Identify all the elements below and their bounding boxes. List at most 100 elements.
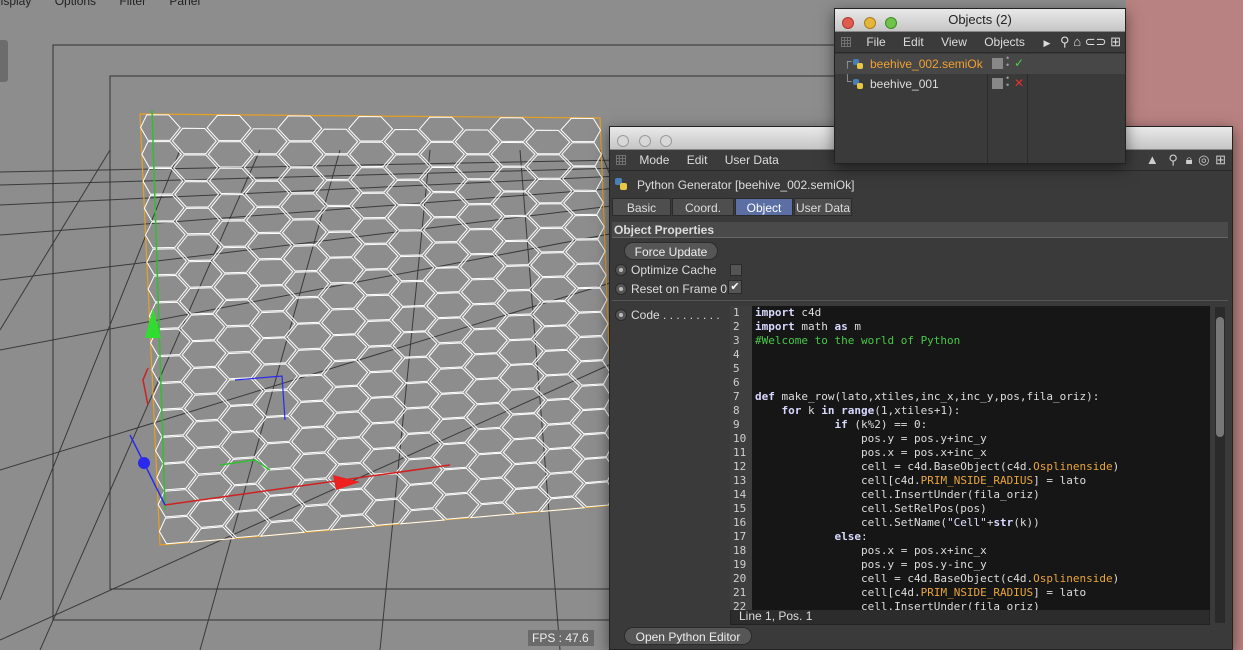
code-line[interactable]: pos.y = pos.y-inc_y: [755, 558, 1119, 572]
check-icon[interactable]: ✓: [1014, 56, 1024, 70]
menu-view[interactable]: View: [941, 32, 967, 52]
hexagon-cell: [535, 374, 581, 400]
hexagon-cell: [533, 325, 579, 351]
search-icon[interactable]: ⚲: [1168, 152, 1178, 167]
code-line[interactable]: [755, 376, 1119, 390]
code-line[interactable]: cell[c4d.PRIM_NSIDE_RADIUS] = lato: [755, 586, 1119, 600]
hexagon-cell: [324, 385, 370, 413]
z-axis-handle[interactable]: [138, 457, 150, 469]
hexagon-cell: [185, 420, 231, 448]
viewport-menu-options[interactable]: Options: [55, 0, 96, 8]
list-item[interactable]: └ beehive_001 • • ✕: [835, 74, 1125, 94]
object-name[interactable]: beehive_002.semiOk: [870, 57, 983, 71]
x-axis-arrow[interactable]: [333, 475, 360, 490]
hexagon-cell: [566, 287, 608, 313]
force-update-button[interactable]: Force Update: [624, 242, 718, 260]
code-line[interactable]: import math as m: [755, 320, 1119, 334]
code-line[interactable]: pos.x = pos.x+inc_x: [755, 446, 1119, 460]
target-icon[interactable]: ◎: [1198, 152, 1209, 167]
zoom-button[interactable]: [885, 17, 898, 29]
reset-frame-checkbox[interactable]: ✔: [728, 280, 742, 294]
side-tab[interactable]: [0, 40, 8, 82]
viewport-menu-filter[interactable]: Filter: [119, 0, 146, 8]
fps-counter: FPS : 47.6: [528, 630, 594, 646]
arrow-up-icon[interactable]: ▲: [1146, 152, 1159, 167]
hexagon-cell: [501, 413, 547, 440]
lock-icon[interactable]: 🔒︎: [1186, 152, 1193, 167]
close-button[interactable]: [617, 135, 629, 147]
optimize-cache-anim-dot[interactable]: [615, 264, 627, 276]
code-line[interactable]: cell.SetRelPos(pos): [755, 502, 1119, 516]
objects-menubar: File Edit View Objects ▶ ⚲ ⌂ ⊂⊃ ⊞: [835, 32, 1125, 53]
viewport-menu-panel[interactable]: Panel: [169, 0, 200, 8]
menu-edit[interactable]: Edit: [903, 32, 924, 52]
code-scrollbar[interactable]: [1215, 307, 1225, 623]
tab-basic[interactable]: Basic: [612, 198, 671, 216]
hexagon-cell: [560, 117, 602, 143]
object-name[interactable]: beehive_001: [870, 77, 939, 91]
z-axis-line: [129, 434, 166, 506]
code-text[interactable]: import c4d import math as m #Welcome to th…: [755, 306, 1119, 610]
code-line[interactable]: cell.SetName("Cell"+str(k)): [755, 516, 1119, 530]
open-python-editor-button[interactable]: Open Python Editor: [624, 627, 752, 645]
code-line[interactable]: cell = c4d.BaseObject(c4d.Osplinenside): [755, 460, 1119, 474]
layer-icon[interactable]: [992, 58, 1003, 69]
menu-mode[interactable]: Mode: [639, 150, 669, 170]
menu-file[interactable]: File: [866, 32, 885, 52]
code-line[interactable]: def make_row(lato,xtiles,inc_x,inc_y,pos…: [755, 390, 1119, 404]
code-line[interactable]: if (k%2) == 0:: [755, 418, 1119, 432]
hexagon-cell: [467, 427, 512, 455]
code-scrollbar-thumb[interactable]: [1216, 317, 1224, 437]
zoom-button[interactable]: [660, 135, 673, 147]
code-anim-dot[interactable]: [615, 309, 627, 321]
objects-titlebar[interactable]: Objects (2): [835, 9, 1125, 32]
new-panel-icon[interactable]: ⊞: [1110, 34, 1121, 49]
menu-user-data[interactable]: User Data: [725, 150, 779, 170]
hexagon-cell: [220, 431, 266, 459]
hexagon-cell: [531, 276, 577, 302]
line-number: 19: [733, 558, 747, 571]
code-line[interactable]: [755, 348, 1119, 362]
layer-icon[interactable]: [992, 78, 1003, 89]
hexagon-cell: [392, 331, 438, 358]
hexagon-cell: [525, 129, 571, 155]
expand-arrow-icon[interactable]: ▶: [1043, 38, 1050, 48]
cross-icon[interactable]: ✕: [1014, 76, 1024, 90]
tab-user-data[interactable]: User Data: [794, 198, 852, 216]
hexagon-cell: [284, 271, 330, 298]
code-line[interactable]: pos.x = pos.x+inc_x: [755, 544, 1119, 558]
minimize-button[interactable]: [638, 135, 651, 147]
code-editor[interactable]: 1 2 3 4 5 6 7 8 9 10 11 12 13 14 15 16 17 18 19 20 21 22 impo…: [730, 306, 1210, 610]
code-line[interactable]: for k in range(1,xtiles+1):: [755, 404, 1119, 418]
code-line[interactable]: cell = c4d.BaseObject(c4d.Osplinenside): [755, 572, 1119, 586]
code-line[interactable]: cell.InsertUnder(fila_oriz): [755, 600, 1119, 610]
code-line[interactable]: cell.InsertUnder(fila_oriz): [755, 488, 1119, 502]
reset-frame-label: Reset on Frame 0: [631, 282, 728, 296]
code-line[interactable]: [755, 362, 1119, 376]
viewport-menu-display[interactable]: Display: [0, 0, 31, 8]
search-icon[interactable]: ⚲: [1060, 34, 1070, 49]
visibility-dots[interactable]: • •: [1006, 54, 1009, 70]
hexagon-cell: [539, 496, 586, 513]
home-icon[interactable]: ⌂: [1073, 34, 1081, 49]
reset-frame-anim-dot[interactable]: [615, 283, 627, 295]
close-button[interactable]: [842, 17, 854, 29]
code-line[interactable]: pos.y = pos.y+inc_y: [755, 432, 1119, 446]
tab-coord[interactable]: Coord.: [672, 198, 734, 216]
code-line[interactable]: cell[c4d.PRIM_NSIDE_RADIUS] = lato: [755, 474, 1119, 488]
section-header: Object Properties: [612, 222, 1228, 238]
hexagon-cell: [325, 411, 371, 439]
link-icon[interactable]: ⊂⊃: [1085, 34, 1107, 49]
visibility-dots[interactable]: • •: [1006, 74, 1009, 90]
menu-objects[interactable]: Objects: [984, 32, 1025, 52]
code-line[interactable]: #Welcome to the world of Python: [755, 334, 1119, 348]
code-line[interactable]: else:: [755, 530, 1119, 544]
list-item[interactable]: ┌ beehive_002.semiOk • • ✓: [835, 54, 1125, 74]
new-panel-icon[interactable]: ⊞: [1215, 152, 1226, 167]
hexagon-cell: [361, 422, 407, 450]
code-line[interactable]: import c4d: [755, 306, 1119, 320]
optimize-cache-checkbox[interactable]: [730, 264, 742, 276]
menu-edit[interactable]: Edit: [687, 150, 708, 170]
minimize-button[interactable]: [863, 17, 876, 29]
tab-object[interactable]: Object: [735, 198, 793, 216]
